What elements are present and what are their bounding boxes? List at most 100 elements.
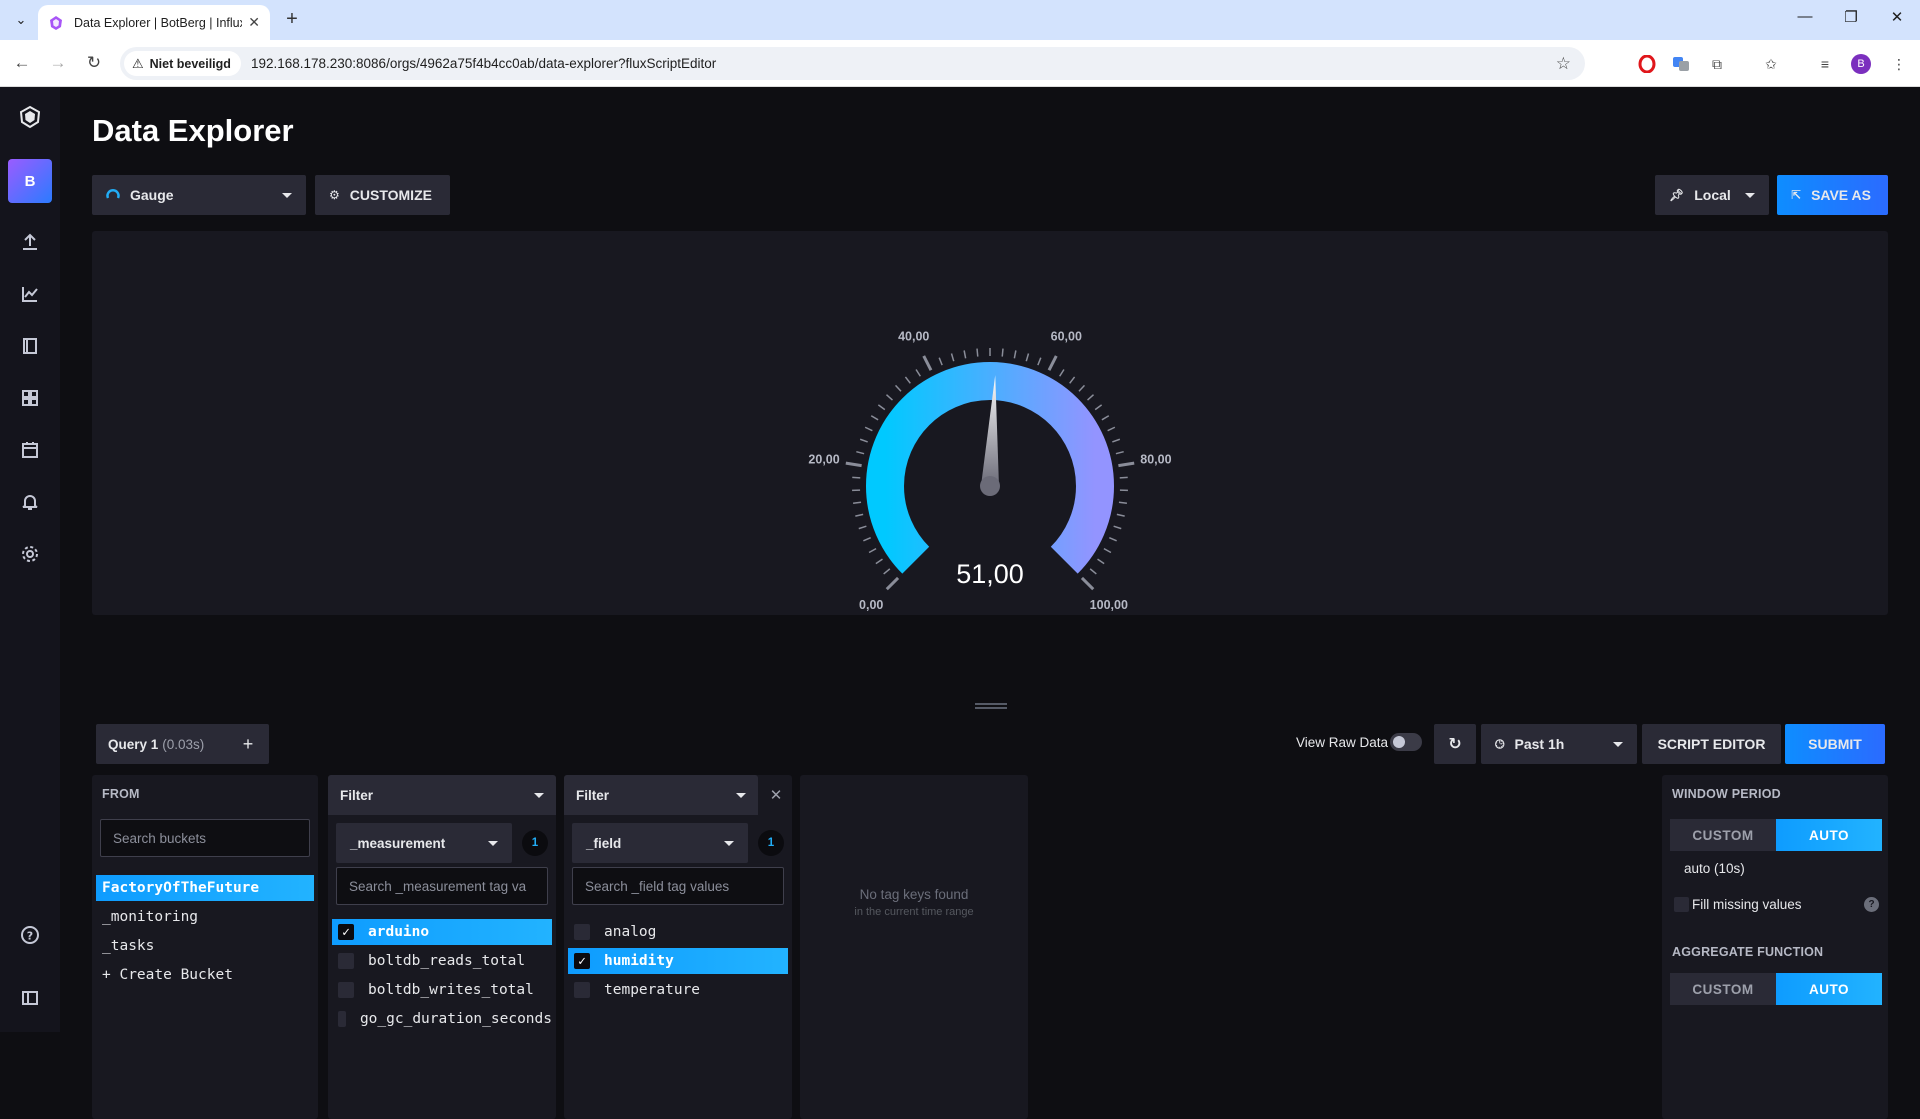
submit-button[interactable]: SUBMIT	[1785, 724, 1885, 764]
help-question-icon[interactable]: ?	[1864, 897, 1879, 912]
tasks-calendar-icon[interactable]	[0, 430, 60, 470]
fill-missing-checkbox[interactable]	[1674, 897, 1689, 912]
customize-label: CUSTOMIZE	[350, 187, 432, 203]
tag-value-item[interactable]: boltdb_writes_total	[332, 977, 552, 1003]
load-data-upload-icon[interactable]	[0, 222, 60, 262]
gauge-tick-label: 40,00	[898, 329, 929, 343]
query-tab[interactable]: Query 1 (0.03s)	[96, 724, 236, 764]
gauge-minor-tick	[1026, 353, 1028, 361]
create-bucket-link[interactable]: + Create Bucket	[96, 962, 314, 988]
remove-filter-close-icon[interactable]: ✕	[760, 775, 792, 815]
filter-function-dropdown[interactable]: Filter	[328, 775, 556, 815]
tab-search-chevron-icon[interactable]: ⌄	[8, 7, 34, 33]
chevron-down-icon	[736, 793, 746, 798]
filter-function-dropdown[interactable]: Filter	[564, 775, 758, 815]
checkbox-icon[interactable]	[574, 982, 590, 998]
address-bar[interactable]: ⚠ Niet beveiligd 192.168.178.230:8086/or…	[120, 47, 1585, 80]
favorites-star-icon[interactable]: ✩	[1760, 53, 1782, 75]
tag-value-item[interactable]: boltdb_reads_total	[332, 948, 552, 974]
window-auto-option[interactable]: AUTO	[1776, 819, 1882, 851]
window-close-icon[interactable]: ✕	[1884, 8, 1910, 26]
tag-value-search[interactable]	[336, 867, 548, 905]
tag-key-dropdown[interactable]: _measurement	[336, 823, 512, 863]
org-avatar[interactable]: B	[8, 159, 52, 203]
refresh-icon: ↻	[1448, 734, 1461, 754]
bookmark-star-icon[interactable]: ☆	[1556, 54, 1571, 74]
tag-value-label: go_gc_duration_seconds	[360, 1011, 552, 1027]
tab-close-icon[interactable]: ✕	[248, 14, 260, 31]
checkbox-checked-icon[interactable]: ✓	[338, 924, 354, 940]
security-chip[interactable]: ⚠ Niet beveiligd	[124, 51, 241, 76]
browser-tab[interactable]: Data Explorer | BotBerg | InfluxDB ✕	[38, 5, 270, 40]
customize-button[interactable]: ⚙ CUSTOMIZE	[315, 175, 450, 215]
puzzle-extensions-icon[interactable]: ⧉	[1706, 53, 1728, 75]
tag-value-label: boltdb_writes_total	[368, 982, 534, 998]
data-explorer-graph-icon[interactable]	[0, 274, 60, 314]
viz-type-dropdown[interactable]: Gauge	[92, 175, 306, 215]
window-custom-option[interactable]: CUSTOM	[1670, 819, 1776, 851]
gauge-major-tick	[924, 356, 931, 370]
view-raw-data-toggle[interactable]	[1390, 733, 1422, 751]
tag-key-dropdown[interactable]: _field	[572, 823, 748, 863]
chevron-down-icon	[282, 193, 292, 198]
alerts-bell-icon[interactable]	[0, 482, 60, 522]
tag-value-search-input[interactable]	[349, 879, 547, 894]
settings-gear-icon[interactable]	[0, 534, 60, 574]
tag-value-item[interactable]: ✓ humidity	[568, 948, 788, 974]
time-range-dropdown[interactable]: 🕒︎ Past 1h	[1481, 724, 1637, 764]
add-query-button[interactable]: +	[227, 724, 269, 764]
gauge-minor-tick	[1104, 549, 1111, 553]
page-title: Data Explorer	[92, 113, 294, 149]
back-arrow-icon[interactable]: ←	[10, 51, 34, 75]
gauge-minor-tick	[905, 377, 910, 383]
tag-value-item[interactable]: temperature	[568, 977, 788, 1003]
tag-value-item[interactable]: go_gc_duration_seconds	[332, 1006, 552, 1032]
tag-value-item[interactable]: ✓ arduino	[332, 919, 552, 945]
collapse-nav-icon[interactable]	[0, 978, 60, 1018]
tag-value-search-input[interactable]	[585, 879, 783, 894]
bucket-search[interactable]	[100, 819, 310, 857]
aggregate-auto-option[interactable]: AUTO	[1776, 973, 1882, 1005]
gauge-tick-label: 20,00	[808, 453, 839, 467]
reload-icon[interactable]: ↻	[82, 51, 106, 75]
restore-icon[interactable]: ❐	[1838, 8, 1864, 26]
bucket-search-input[interactable]	[113, 831, 309, 846]
gauge-minor-tick	[853, 502, 861, 503]
checkbox-checked-icon[interactable]: ✓	[574, 953, 590, 969]
checkbox-icon[interactable]	[338, 1011, 346, 1027]
fill-missing-label: Fill missing values	[1692, 897, 1802, 912]
bucket-item[interactable]: _monitoring	[96, 904, 314, 930]
profile-avatar[interactable]: B	[1851, 54, 1871, 74]
opera-extension-icon[interactable]	[1636, 53, 1658, 75]
notebooks-icon[interactable]	[0, 326, 60, 366]
query-tab-label: Query 1	[108, 737, 158, 752]
aggregate-custom-option[interactable]: CUSTOM	[1670, 973, 1776, 1005]
url-text[interactable]: 192.168.178.230:8086/orgs/4962a75f4b4cc0…	[251, 56, 716, 71]
chevron-down-icon	[488, 841, 498, 846]
gauge-tick-label: 80,00	[1140, 453, 1171, 467]
reading-list-icon[interactable]: ≡	[1814, 53, 1836, 75]
panel-resize-handle[interactable]	[975, 703, 1007, 709]
checkbox-icon[interactable]	[574, 924, 590, 940]
bucket-item[interactable]: _tasks	[96, 933, 314, 959]
save-as-button[interactable]: ⇱ SAVE AS	[1777, 175, 1888, 215]
dashboards-grid-icon[interactable]	[0, 378, 60, 418]
gauge-minor-tick	[1095, 405, 1101, 410]
script-editor-button[interactable]: SCRIPT EDITOR	[1642, 724, 1781, 764]
bucket-item[interactable]: FactoryOfTheFuture	[96, 875, 314, 901]
gauge-minor-tick	[1060, 369, 1064, 376]
checkbox-icon[interactable]	[338, 982, 354, 998]
refresh-button[interactable]: ↻	[1434, 724, 1476, 764]
tag-value-item[interactable]: analog	[568, 919, 788, 945]
tag-value-search[interactable]	[572, 867, 784, 905]
new-tab-plus-icon[interactable]: +	[280, 8, 304, 32]
gauge-tick-label: 0,00	[859, 598, 883, 612]
minimize-icon[interactable]: —	[1792, 8, 1818, 25]
influxdb-logo-icon[interactable]	[0, 97, 60, 137]
timezone-dropdown[interactable]: 📌︎ Local	[1655, 175, 1769, 215]
checkbox-icon[interactable]	[338, 953, 354, 969]
browser-menu-kebab-icon[interactable]: ⋮	[1888, 53, 1910, 75]
translate-extension-icon[interactable]	[1670, 53, 1692, 75]
forward-arrow-icon[interactable]: →	[46, 51, 70, 75]
help-question-icon[interactable]: ?	[0, 915, 60, 955]
